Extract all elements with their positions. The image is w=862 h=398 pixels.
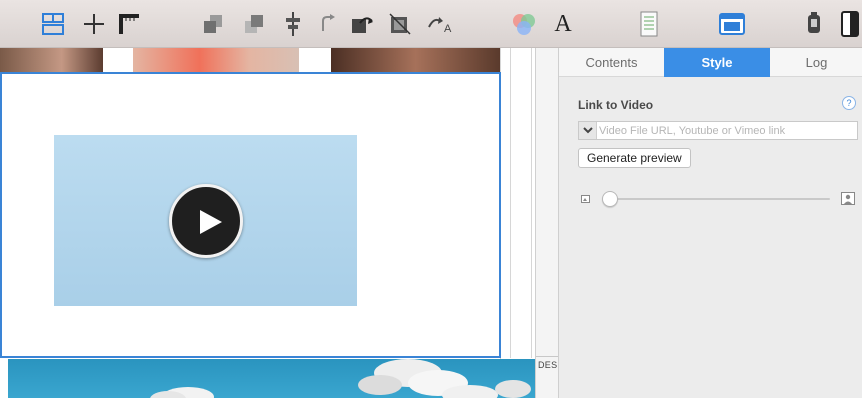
send-backward-icon[interactable]: [241, 8, 267, 40]
svg-text:A: A: [444, 23, 452, 35]
chevron-down-icon: [583, 127, 593, 134]
video-preview[interactable]: [54, 135, 357, 306]
canvas-column-guide: [500, 48, 535, 398]
help-button[interactable]: ?: [842, 96, 856, 110]
video-url-field: [578, 121, 858, 140]
app-window: A A DES Contents Style Log Link to Video…: [0, 0, 862, 398]
text-path-icon[interactable]: A: [424, 8, 460, 40]
move-icon[interactable]: [81, 8, 107, 40]
bring-forward-icon[interactable]: [200, 8, 226, 40]
sky-photo[interactable]: [8, 359, 535, 398]
canvas-gutter: DES: [535, 48, 558, 398]
toolbar: A A: [0, 0, 862, 48]
generate-preview-button[interactable]: Generate preview: [578, 148, 691, 168]
split-icon[interactable]: [838, 8, 862, 40]
crop-corner-icon[interactable]: [115, 8, 143, 40]
tab-log[interactable]: Log: [770, 48, 862, 77]
align-icon[interactable]: [280, 8, 306, 40]
colors-icon[interactable]: [509, 8, 539, 40]
photo-thumbnail[interactable]: [0, 48, 103, 72]
preview-icon[interactable]: [801, 8, 827, 40]
inspector-tabs: Contents Style Log: [559, 48, 862, 77]
play-button[interactable]: [169, 184, 243, 258]
preview-size-slider[interactable]: [578, 191, 858, 207]
photo-thumbnail[interactable]: [331, 48, 500, 72]
large-image-icon: [841, 192, 855, 205]
layout-icon[interactable]: [38, 8, 68, 40]
fonts-icon[interactable]: A: [550, 8, 576, 40]
tab-contents[interactable]: Contents: [559, 48, 664, 77]
video-url-input[interactable]: [599, 122, 855, 139]
gutter-label: DES: [538, 360, 558, 370]
rotate-icon[interactable]: [314, 8, 340, 40]
url-history-dropdown[interactable]: [579, 122, 597, 139]
photo-thumbnail[interactable]: [133, 48, 299, 72]
fill-icon[interactable]: [386, 8, 414, 40]
fonts-glyph: A: [554, 10, 572, 37]
slider-track[interactable]: [608, 198, 830, 200]
window-icon[interactable]: [717, 8, 747, 40]
canvas[interactable]: DES: [0, 48, 558, 398]
small-image-icon: [581, 195, 590, 203]
inspector-panel: Contents Style Log Link to Video ? Gener…: [558, 48, 862, 398]
photo-strip: [0, 48, 535, 72]
list-icon[interactable]: [636, 8, 662, 40]
section-title: Link to Video: [578, 98, 654, 112]
slider-knob[interactable]: [602, 191, 618, 207]
video-block-selected[interactable]: [0, 72, 501, 358]
tab-style[interactable]: Style: [664, 48, 770, 77]
play-icon: [200, 210, 222, 234]
flip-icon[interactable]: [348, 8, 376, 40]
